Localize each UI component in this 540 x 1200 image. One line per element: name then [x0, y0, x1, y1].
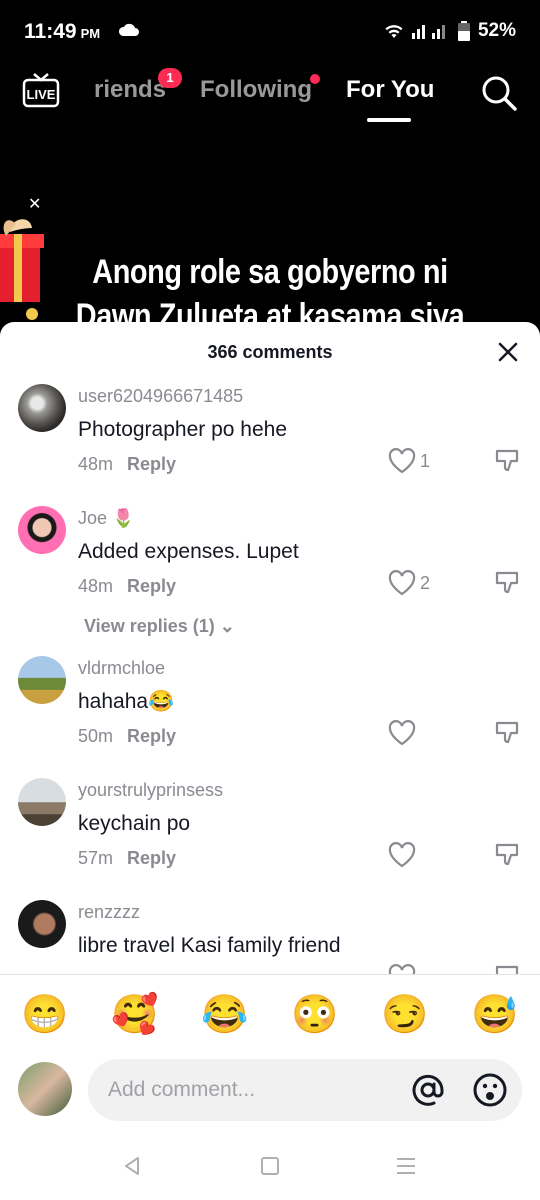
comment-meta: 48m Reply — [78, 576, 176, 597]
dislike-icon[interactable] — [494, 720, 520, 746]
comment-input-row — [0, 1056, 540, 1126]
tab-friends[interactable]: riends — [94, 76, 166, 104]
like-button[interactable] — [388, 842, 420, 868]
heart-icon — [388, 570, 416, 596]
reply-button[interactable]: Reply — [127, 454, 176, 474]
friends-badge: 1 — [158, 68, 182, 88]
comment-input[interactable] — [88, 1059, 522, 1121]
comment-meta: 57m Reply — [78, 848, 176, 869]
comment-text: Photographer po hehe — [78, 418, 288, 441]
dislike-icon[interactable] — [494, 842, 520, 868]
emoji-smirk[interactable]: 😏 — [381, 993, 428, 1037]
like-button[interactable]: 1 — [388, 448, 430, 474]
view-replies-button[interactable]: View replies (1) ⌄ — [84, 616, 235, 637]
tab-following[interactable]: Following — [200, 76, 312, 104]
heart-icon — [388, 842, 416, 868]
avatar[interactable] — [18, 900, 66, 948]
comment-username[interactable]: renzzzz — [78, 902, 140, 923]
like-count: 2 — [420, 572, 431, 593]
dislike-icon[interactable] — [494, 448, 520, 474]
like-button[interactable]: 2 — [388, 570, 430, 596]
heart-icon — [388, 720, 416, 746]
emoji-bar: 😁 🥰 😂 😳 😏 😅 — [0, 974, 540, 1055]
video-caption: Anong role sa gobyerno ni Dawn Zulueta a… — [75, 253, 465, 332]
dislike-icon[interactable] — [494, 964, 520, 974]
comment-text: libre travel Kasi family friend — [78, 934, 341, 957]
system-nav-bar — [0, 1142, 540, 1192]
tab-for-you[interactable]: For You — [346, 76, 434, 104]
avatar[interactable] — [18, 506, 66, 554]
reply-button[interactable]: Reply — [127, 848, 176, 868]
comment-meta: 50m Reply — [78, 726, 176, 747]
comments-sheet: 366 comments user6204966671485 Photograp… — [0, 322, 540, 1200]
emoji-flushed[interactable]: 😳 — [291, 993, 338, 1037]
reply-button[interactable]: Reply — [127, 726, 176, 746]
comment-text: hahaha😂 — [78, 690, 175, 713]
comment-username[interactable]: yourstrulyprinsess — [78, 780, 223, 801]
avatar[interactable] — [18, 656, 66, 704]
comment-time: 50m — [78, 726, 114, 746]
mention-icon[interactable] — [410, 1072, 446, 1108]
comment-item: yourstrulyprinsess keychain po 57m Reply — [0, 774, 540, 896]
comments-header: 366 comments — [0, 322, 540, 380]
status-time: 11:49 PM — [24, 20, 101, 43]
top-nav: LIVE riends 1 Following For You — [0, 62, 540, 132]
my-avatar[interactable] — [18, 1062, 72, 1116]
live-icon[interactable]: LIVE — [22, 72, 60, 110]
signal-icon — [411, 25, 445, 39]
comment-item: Joe 🌷 Added expenses. Lupet 48m Reply 2 V… — [0, 502, 540, 652]
cloud-icon — [118, 23, 139, 36]
dislike-icon[interactable] — [494, 570, 520, 596]
like-count: 1 — [420, 450, 431, 471]
status-bar: 11:49 PM 52% — [0, 0, 540, 62]
comment-time: 57m — [78, 848, 114, 868]
emoji-sweat-smile[interactable]: 😅 — [471, 993, 518, 1037]
menu-icon[interactable] — [396, 1156, 416, 1176]
comment-text: Added expenses. Lupet — [78, 540, 299, 563]
svg-text:LIVE: LIVE — [27, 87, 56, 102]
comment-username[interactable]: vldrmchloe — [78, 658, 165, 679]
battery-icon — [457, 21, 470, 41]
comment-meta: 48m Reply — [78, 454, 176, 475]
reply-button[interactable]: Reply — [127, 576, 176, 596]
comment-count: 366 comments — [207, 342, 333, 362]
emoji-joy[interactable]: 😂 — [201, 993, 248, 1037]
heart-icon — [388, 964, 416, 974]
like-button[interactable] — [388, 720, 420, 746]
wifi-icon — [385, 25, 403, 38]
comment-text: keychain po — [78, 812, 191, 835]
chevron-down-icon: ⌄ — [219, 616, 235, 636]
avatar[interactable] — [18, 384, 66, 432]
comment-item: vldrmchloe hahaha😂 50m Reply — [0, 652, 540, 774]
emoji-grin[interactable]: 😁 — [21, 993, 68, 1037]
comment-username[interactable]: user6204966671485 — [78, 386, 243, 407]
status-indicators: 52% — [384, 20, 516, 42]
gift-icon[interactable] — [0, 202, 44, 332]
active-tab-indicator — [367, 118, 411, 122]
following-notification-dot — [310, 74, 320, 84]
like-button[interactable] — [388, 964, 416, 974]
battery-percent: 52% — [477, 20, 516, 41]
comments-list[interactable]: user6204966671485 Photographer po hehe 4… — [0, 380, 540, 974]
emoji-hearts[interactable]: 🥰 — [111, 993, 158, 1037]
home-icon[interactable] — [260, 1156, 280, 1176]
avatar[interactable] — [18, 778, 66, 826]
video-player[interactable]: ✕ Anong role sa gobyerno ni Dawn Zulueta… — [0, 132, 540, 332]
comment-time: 48m — [78, 454, 114, 474]
back-icon[interactable] — [122, 1156, 142, 1176]
comment-item: user6204966671485 Photographer po hehe 4… — [0, 380, 540, 502]
emoji-picker-icon[interactable] — [472, 1072, 508, 1108]
close-icon[interactable] — [498, 342, 518, 362]
heart-icon — [388, 448, 416, 474]
comment-item: renzzzz libre travel Kasi family friend — [0, 896, 540, 974]
comment-username[interactable]: Joe 🌷 — [78, 508, 134, 529]
comment-time: 48m — [78, 576, 114, 596]
search-icon[interactable] — [480, 74, 518, 112]
